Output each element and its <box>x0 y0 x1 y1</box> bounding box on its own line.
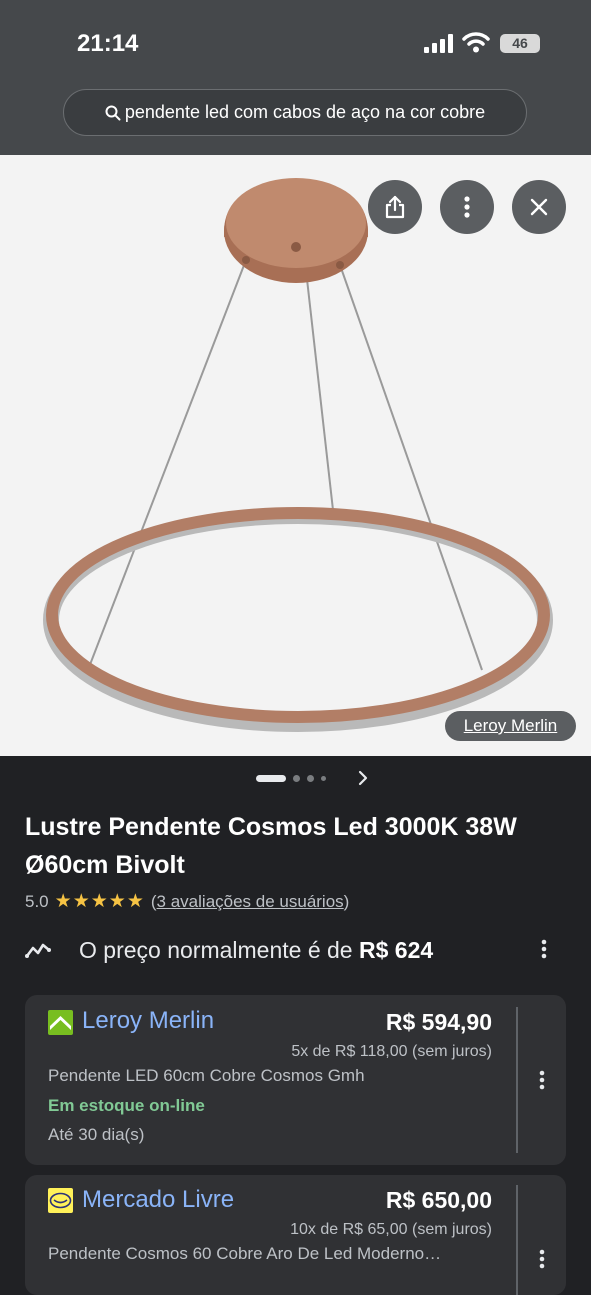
trend-icon <box>25 943 51 958</box>
star-icon: ★ <box>90 891 109 912</box>
offer-store-name[interactable]: Leroy Merlin <box>82 1007 214 1035</box>
star-icon: ★ <box>54 891 73 912</box>
leroy-merlin-logo-icon <box>48 1010 73 1035</box>
more-vert-icon <box>539 1070 545 1090</box>
more-vert-icon <box>539 1249 545 1269</box>
image-source-link[interactable]: Leroy Merlin <box>445 711 576 741</box>
reviews-link[interactable]: 3 avaliações de usuários <box>157 892 344 911</box>
offer-store-name[interactable]: Mercado Livre <box>82 1186 234 1214</box>
close-icon <box>530 198 548 216</box>
carousel-dot <box>321 776 326 781</box>
price-history-row[interactable]: O preço normalmente é de R$ 624 <box>25 934 565 966</box>
offer-description: Pendente Cosmos 60 Cobre Aro De Led Mode… <box>48 1244 442 1263</box>
product-rating: 5.0 ★★★★★ (3 avaliações de usuários) <box>25 890 349 913</box>
carousel-dot <box>293 775 300 782</box>
carousel-dot <box>307 775 314 782</box>
card-divider <box>516 1185 518 1295</box>
card-divider <box>516 1007 518 1153</box>
offer-price: R$ 650,00 <box>385 1187 492 1213</box>
star-icon: ★ <box>108 891 127 912</box>
search-icon <box>105 105 121 120</box>
offer-installments: 10x de R$ 65,00 (sem juros) <box>290 1221 492 1238</box>
search-bar[interactable]: pendente led com cabos de aço na cor cob… <box>63 89 527 136</box>
carousel-indicator <box>256 775 326 782</box>
mercado-livre-logo-icon <box>48 1188 73 1213</box>
offer-stock-status: Em estoque on-line <box>48 1096 205 1115</box>
more-vert-icon <box>464 196 470 218</box>
price-history-more-button[interactable] <box>541 939 547 963</box>
close-button[interactable] <box>512 180 566 234</box>
header-bar: 21:14 46 pendente led com cabos de aço n… <box>0 0 591 155</box>
share-button[interactable] <box>368 180 422 234</box>
more-vert-icon <box>541 939 547 959</box>
search-query: pendente led com cabos de aço na cor cob… <box>124 102 486 122</box>
offer-card[interactable]: Leroy Merlin R$ 594,90 5x de R$ 118,00 (… <box>25 995 566 1165</box>
price-hint-value: R$ 624 <box>358 936 434 963</box>
more-options-button[interactable] <box>440 180 494 234</box>
offer-card[interactable]: Mercado Livre R$ 650,00 10x de R$ 65,00 … <box>25 1175 566 1295</box>
offer-shipping: Até 30 dia(s) <box>48 1125 145 1144</box>
offer-more-button[interactable] <box>539 1070 545 1094</box>
price-hint-label: O preço normalmente é de <box>79 936 353 963</box>
price-hint-text: O preço normalmente é de R$ 624 <box>79 937 433 964</box>
rating-value: 5.0 <box>25 891 49 911</box>
share-icon <box>385 195 405 219</box>
star-icon: ★ <box>72 891 91 912</box>
product-image[interactable] <box>0 155 591 756</box>
star-icon: ★ <box>126 891 145 912</box>
pendant-lamp-image <box>43 178 553 732</box>
status-time: 21:14 <box>77 30 139 57</box>
wifi-icon <box>462 32 490 53</box>
carousel-dot-active <box>256 775 286 782</box>
offer-more-button[interactable] <box>539 1249 545 1273</box>
product-title: Lustre Pendente Cosmos Led 3000K 38W Ø60… <box>25 813 517 879</box>
offer-installments: 5x de R$ 118,00 (sem juros) <box>291 1043 492 1060</box>
reviews-wrapper: (3 avaliações de usuários) <box>150 891 350 911</box>
chevron-right-icon[interactable] <box>357 769 369 793</box>
battery-indicator: 46 <box>500 34 540 53</box>
signal-icon <box>424 34 453 53</box>
rating-stars: ★★★★★ <box>55 890 145 913</box>
offer-price: R$ 594,90 <box>385 1009 492 1035</box>
offer-description: Pendente LED 60cm Cobre Cosmos Gmh <box>48 1066 365 1085</box>
